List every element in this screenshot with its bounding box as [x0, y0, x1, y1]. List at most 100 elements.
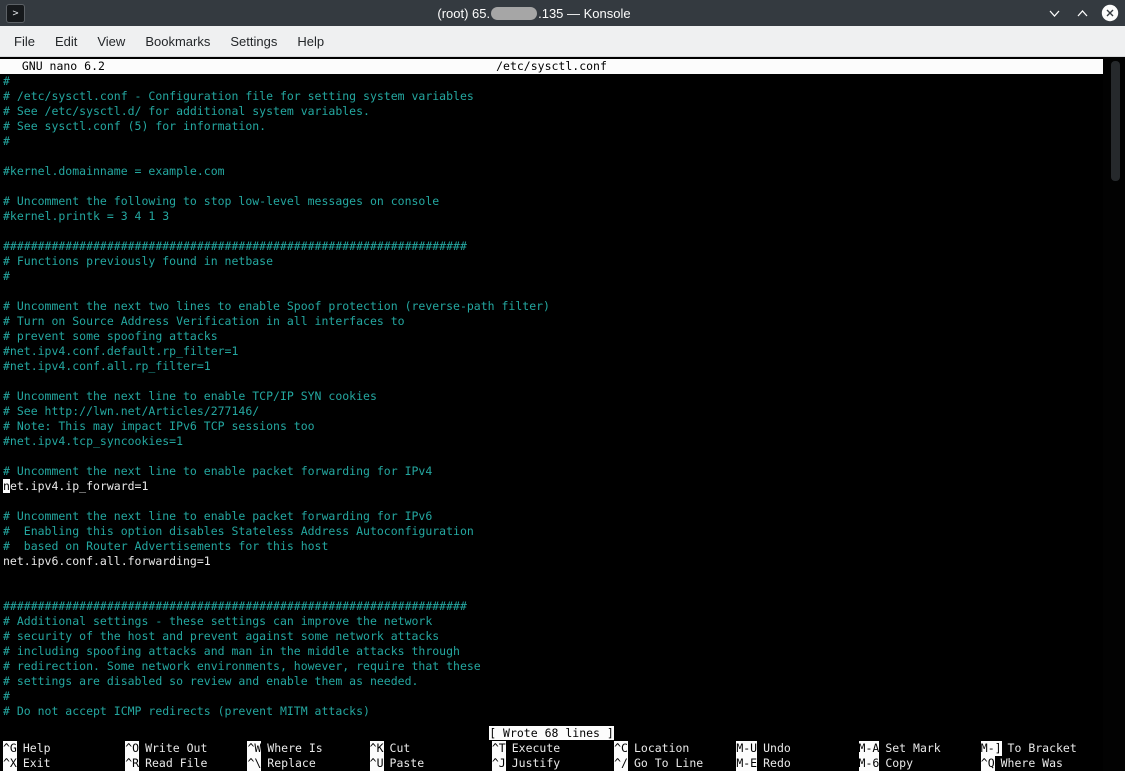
menu-item-edit[interactable]: Edit: [45, 30, 87, 53]
editor-line: # Uncomment the following to stop low-le…: [3, 194, 440, 208]
editor-line: # See /etc/sysctl.d/ for additional syst…: [3, 104, 370, 118]
editor-line: net.ipv6.conf.all.forwarding=1: [3, 554, 211, 568]
shortcut-key: ^/: [614, 756, 628, 771]
menu-item-view[interactable]: View: [87, 30, 135, 53]
editor-line: #: [3, 134, 10, 148]
shortcut-replace: ^\ Replace: [247, 756, 369, 771]
nano-header: GNU nano 6.2 /etc/sysctl.conf: [0, 59, 1103, 74]
editor-line: #net.ipv4.tcp_syncookies=1: [3, 434, 184, 448]
shortcut-label: Copy: [885, 756, 914, 770]
window-controls: [1045, 4, 1119, 22]
shortcut-go-to-line: ^/ Go To Line: [614, 756, 736, 771]
shortcut-exit: ^X Exit: [3, 756, 125, 771]
shortcut-key: ^W: [247, 741, 262, 756]
menu-item-bookmarks[interactable]: Bookmarks: [135, 30, 220, 53]
nano-content: ## /etc/sysctl.conf - Configuration file…: [0, 74, 1103, 726]
window-titlebar[interactable]: > (root) 65. .135 — Konsole: [0, 0, 1125, 26]
editor-line: # settings are disabled so review and en…: [3, 674, 419, 688]
shortcut-label: Redo: [763, 756, 791, 770]
maximize-button[interactable]: [1073, 4, 1091, 22]
minimize-button[interactable]: [1045, 4, 1063, 22]
shortcut-label: Execute: [511, 741, 561, 755]
shortcut-location: ^C Location: [614, 741, 736, 756]
editor-line: #kernel.printk = 3 4 1 3: [3, 209, 170, 223]
shortcut-label: Where Is: [267, 741, 323, 755]
nano-status-bar: [ Wrote 68 lines ]: [0, 726, 1103, 741]
shortcut-key: ^Q: [980, 756, 995, 771]
menu-item-settings[interactable]: Settings: [220, 30, 287, 53]
shortcut-redo: M-E Redo: [736, 756, 858, 771]
shortcut-label: Read File: [145, 756, 208, 770]
editor-line: # redirection. Some network environments…: [3, 659, 481, 673]
shortcut-key: M-]: [980, 741, 1002, 756]
editor-line: # Do not accept ICMP redirects (prevent …: [3, 704, 370, 718]
shortcut-copy: M-6 Copy: [858, 756, 981, 771]
nano-filename: /etc/sysctl.conf: [496, 59, 607, 73]
shortcut-label: Justify: [511, 756, 561, 770]
shortcut-cut: ^K Cut: [369, 741, 492, 756]
shortcut-key: ^G: [3, 741, 17, 756]
scrollbar[interactable]: [1103, 57, 1125, 771]
editor-line: #kernel.domainname = example.com: [3, 164, 225, 178]
editor-line: #net.ipv4.conf.default.rp_filter=1: [3, 344, 239, 358]
shortcut-label: Where Was: [1000, 756, 1063, 770]
editor-line: # based on Router Advertisements for thi…: [3, 539, 329, 553]
shortcut-label: Set Mark: [885, 741, 941, 755]
shortcut-key: ^O: [125, 741, 140, 756]
nano-editor: GNU nano 6.2 /etc/sysctl.conf ## /etc/sy…: [0, 57, 1103, 771]
editor-line: ########################################…: [3, 239, 467, 253]
editor-line: # See http://lwn.net/Articles/277146/: [3, 404, 260, 418]
shortcut-help: ^G Help: [3, 741, 125, 756]
close-button[interactable]: [1101, 4, 1119, 22]
editor-line: # prevent some spoofing attacks: [3, 329, 218, 343]
scrollbar-handle[interactable]: [1111, 61, 1120, 181]
shortcut-undo: M-U Undo: [736, 741, 858, 756]
menu-item-help[interactable]: Help: [287, 30, 334, 53]
shortcut-label: Paste: [389, 756, 425, 770]
editor-line: #: [3, 689, 10, 703]
shortcut-key: M-E: [736, 756, 758, 771]
status-message: [ Wrote 68 lines ]: [489, 726, 614, 740]
close-icon: [1101, 4, 1119, 22]
shortcut-where-is: ^W Where Is: [247, 741, 369, 756]
editor-line: # including spoofing attacks and man in …: [3, 644, 460, 658]
shortcut-key: ^K: [369, 741, 384, 756]
shortcut-label: Cut: [389, 741, 411, 755]
text-cursor: n: [3, 479, 10, 493]
editor-line: #: [3, 74, 1103, 89]
shortcut-key: M-6: [858, 756, 880, 771]
shortcut-justify: ^J Justify: [491, 756, 614, 771]
editor-line: # Functions previously found in netbase: [3, 254, 274, 268]
shortcut-key: ^U: [369, 756, 384, 771]
editor-line: # Uncomment the next line to enable pack…: [3, 509, 433, 523]
menu-item-file[interactable]: File: [4, 30, 45, 53]
editor-line: # Uncomment the next line to enable pack…: [3, 464, 433, 478]
shortcut-label: Location: [633, 741, 690, 755]
shortcut-label: Go To Line: [633, 756, 704, 770]
shortcut-to-bracket: M-] To Bracket: [980, 741, 1103, 756]
shortcut-label: Write Out: [145, 741, 208, 755]
shortcut-key: ^T: [491, 741, 506, 756]
editor-line: ########################################…: [3, 599, 467, 613]
chevron-down-icon: [1049, 10, 1059, 17]
redaction-blob: [491, 6, 538, 20]
shortcut-write-out: ^O Write Out: [125, 741, 247, 756]
editor-line: # /etc/sysctl.conf - Configuration file …: [3, 89, 474, 103]
shortcut-read-file: ^R Read File: [125, 756, 247, 771]
editor-line: # Note: This may impact IPv6 TCP session…: [3, 419, 315, 433]
shortcut-label: Help: [22, 741, 51, 755]
editor-line: # See sysctl.conf (5) for information.: [3, 119, 267, 133]
editor-line: net.ipv4.ip_forward=1: [3, 479, 149, 493]
shortcut-where-was: ^Q Where Was: [980, 756, 1103, 771]
terminal[interactable]: GNU nano 6.2 /etc/sysctl.conf ## /etc/sy…: [0, 57, 1125, 771]
shortcut-key: ^R: [125, 756, 140, 771]
chevron-up-icon: [1077, 9, 1087, 16]
menu-bar: File Edit View Bookmarks Settings Help: [0, 26, 1125, 57]
